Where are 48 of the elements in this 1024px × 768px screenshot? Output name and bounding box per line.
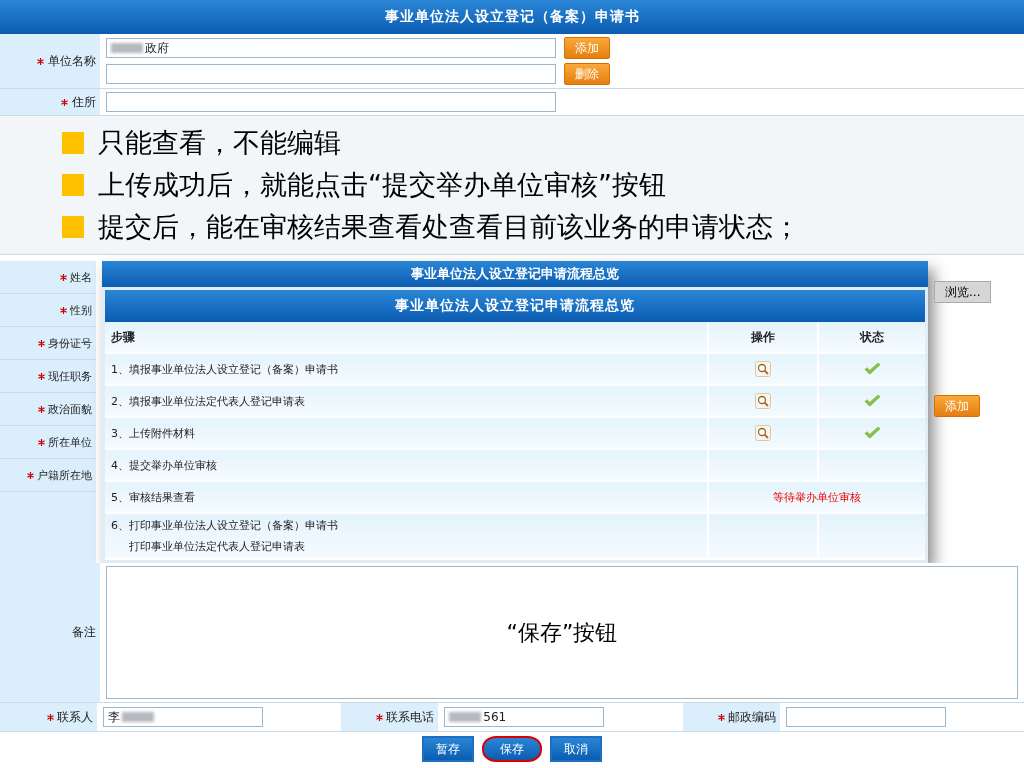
action-button[interactable]: 取消: [550, 736, 602, 762]
bullet-square-icon: [62, 174, 84, 196]
input-field[interactable]: 李: [102, 707, 263, 727]
field-label: 姓名: [0, 261, 96, 294]
field-label: 所在单位: [0, 426, 96, 459]
step-text: 3、上传附件材料: [111, 425, 195, 441]
bullet-square-icon: [62, 132, 84, 154]
slide-caption: “保存”按钮: [506, 618, 618, 647]
column-header: 操作: [709, 322, 819, 352]
step-text: 打印事业单位法定代表人登记申请表: [128, 539, 305, 554]
magnifier-icon[interactable]: [755, 361, 771, 377]
column-header: 步骤: [105, 322, 709, 352]
field-label: 户籍所在地: [0, 459, 96, 492]
input-field[interactable]: 561: [444, 707, 605, 727]
action-button[interactable]: 暂存: [422, 736, 474, 762]
magnifier-icon[interactable]: [755, 425, 771, 441]
field-label: 住所: [0, 89, 100, 115]
browse-button[interactable]: 浏览...: [934, 281, 992, 303]
step-text: 1、填报事业单位法人设立登记（备案）申请书: [111, 361, 338, 377]
step-text: 5、审核结果查看: [111, 489, 195, 505]
field-label: 政治面貌: [0, 393, 96, 426]
form-title: 事业单位法人设立登记（备案）申请书: [0, 0, 1024, 34]
field-label: 联系电话: [341, 703, 439, 731]
dialog-title: 事业单位法人设立登记申请流程总览: [102, 261, 928, 287]
dialog-title: 事业单位法人设立登记申请流程总览: [105, 290, 925, 322]
bullet-text: 提交后，能在审核结果查看处查看目前该业务的申请状态；: [98, 210, 800, 244]
action-button[interactable]: 保存: [482, 736, 542, 762]
field-label: 单位名称: [0, 34, 100, 88]
input-field[interactable]: [106, 64, 556, 84]
field-label: 性别: [0, 294, 96, 327]
field-label: 现任职务: [0, 360, 96, 393]
column-header: 状态: [858, 328, 885, 346]
input-field[interactable]: [785, 707, 946, 727]
field-label: 联系人: [0, 703, 97, 731]
field-label: 邮政编码: [682, 703, 780, 731]
input-field[interactable]: 政府: [106, 38, 556, 58]
bullet-square-icon: [62, 216, 84, 238]
bullet-text: 只能查看，不能编辑: [98, 126, 341, 160]
remark-field[interactable]: “保存”按钮: [106, 566, 1018, 699]
step-text: 6、打印事业单位法人设立登记（备案）申请书: [111, 518, 338, 533]
input-field[interactable]: [106, 92, 556, 112]
status-text: 等待举办单位审核: [773, 489, 861, 505]
bullet-text: 上传成功后，就能点击“提交举办单位审核”按钮: [98, 168, 666, 202]
step-text: 4、提交举办单位审核: [111, 457, 217, 473]
field-label: 备注: [0, 563, 100, 702]
field-label: 身份证号: [0, 327, 96, 360]
magnifier-icon[interactable]: [755, 393, 771, 409]
step-text: 2、填报事业单位法定代表人登记申请表: [111, 393, 305, 409]
